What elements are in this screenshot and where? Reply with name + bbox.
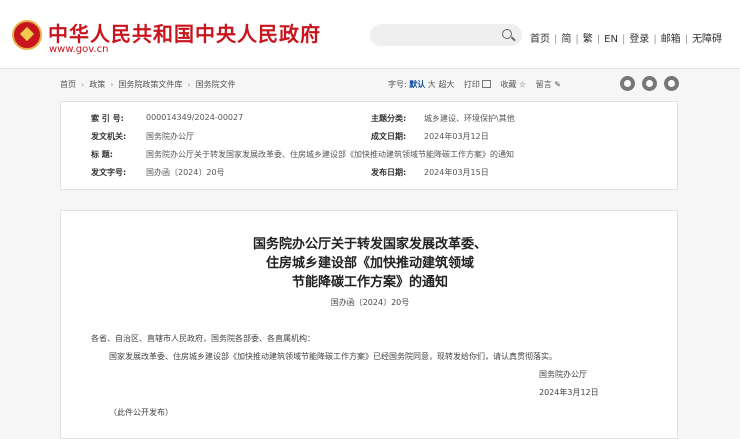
doc-number-value: 国办函〔2024〕20号 xyxy=(146,168,225,177)
font-default-option[interactable]: 默认 xyxy=(409,80,425,89)
title-value: 国务院办公厅关于转发国家发展改革委、住房城乡建设部《加快推动建筑领域节能降碳工作… xyxy=(146,150,514,159)
title-label: 标 题: xyxy=(91,150,113,159)
nav-accessibility[interactable]: 无障碍 xyxy=(692,34,722,45)
article-doc-number: 国办函〔2024〕20号 xyxy=(330,298,410,307)
nav-home[interactable]: 首页 xyxy=(530,34,550,45)
print-button[interactable]: 打印 xyxy=(464,80,491,89)
published-date-label: 发布日期: xyxy=(371,168,407,177)
site-title[interactable]: 中华人民共和国中央人民政府 xyxy=(48,18,321,47)
pencil-icon: ✎ xyxy=(554,80,561,89)
wechat-icon[interactable] xyxy=(642,76,657,91)
body-paragraph: 国家发展改革委、住房城乡建设部《加快推动建筑领域节能降碳工作方案》已经国务院同意… xyxy=(109,352,557,361)
index-label: 索 引 号: xyxy=(91,114,124,123)
printer-icon xyxy=(481,80,491,88)
publication-note: （此件公开发布） xyxy=(109,408,173,417)
search-icon[interactable] xyxy=(502,29,512,39)
published-date-value: 2024年03月15日 xyxy=(424,168,489,177)
issuer-label: 发文机关: xyxy=(91,132,127,141)
star-icon: ☆ xyxy=(518,80,527,89)
topic-value: 城乡建设、环境保护\其他 xyxy=(424,114,515,123)
breadcrumb-state-council-docs[interactable]: 国务院文件 xyxy=(196,80,236,89)
index-value: 000014349/2024-00027 xyxy=(146,113,244,122)
article-toolbar: 字号: 默认 大 超大 打印 收藏 ☆ 留言 ✎ xyxy=(388,79,561,90)
signature: 国务院办公厅 xyxy=(539,370,587,379)
font-size-label: 字号: xyxy=(388,80,407,89)
nav-english[interactable]: EN xyxy=(604,34,618,45)
topic-label: 主题分类: xyxy=(371,114,407,123)
breadcrumb-home[interactable]: 首页 xyxy=(60,80,76,89)
weibo-icon[interactable] xyxy=(620,76,635,91)
favorite-button[interactable]: 收藏 ☆ xyxy=(500,80,526,89)
search-input[interactable] xyxy=(370,24,522,46)
nav-simplified[interactable]: 简 xyxy=(561,34,571,45)
salutation: 各省、自治区、直辖市人民政府，国务院各部委、各直属机构： xyxy=(91,334,315,343)
top-nav: 首页 | 简 | 繁 | EN | 登录 | 邮箱 | 无障碍 xyxy=(530,34,723,45)
comment-button[interactable]: 留言 ✎ xyxy=(536,80,561,89)
nav-mail[interactable]: 邮箱 xyxy=(661,34,681,45)
document-metadata: 索 引 号: 000014349/2024-00027 主题分类: 城乡建设、环… xyxy=(60,101,678,190)
issuer-value: 国务院办公厅 xyxy=(146,132,194,141)
sign-date: 2024年3月12日 xyxy=(539,388,599,397)
font-xlarge-option[interactable]: 超大 xyxy=(438,80,454,89)
site-url: www.gov.cn xyxy=(49,44,109,55)
nav-traditional[interactable]: 繁 xyxy=(583,34,593,45)
breadcrumb: 首页 › 政策 › 国务院政策文件库 › 国务院文件 xyxy=(60,80,236,89)
article-title: 国务院办公厅关于转发国家发展改革委、 住房城乡建设部《加快推动建筑领域 节能降碳… xyxy=(252,237,487,290)
created-date-value: 2024年03月12日 xyxy=(424,132,489,141)
share-icon[interactable] xyxy=(664,76,679,91)
breadcrumb-policy-library[interactable]: 国务院政策文件库 xyxy=(118,80,182,89)
breadcrumb-policy[interactable]: 政策 xyxy=(89,80,105,89)
font-large-option[interactable]: 大 xyxy=(428,80,436,89)
nav-login[interactable]: 登录 xyxy=(629,34,649,45)
created-date-label: 成文日期: xyxy=(371,132,407,141)
doc-number-label: 发文字号: xyxy=(91,168,127,177)
national-emblem-icon[interactable] xyxy=(12,20,42,50)
article-body: 国务院办公厅关于转发国家发展改革委、 住房城乡建设部《加快推动建筑领域 节能降碳… xyxy=(60,210,678,439)
site-header: 中华人民共和国中央人民政府 www.gov.cn 首页 | 简 | 繁 | EN | 登录 | 邮箱… xyxy=(0,0,740,69)
